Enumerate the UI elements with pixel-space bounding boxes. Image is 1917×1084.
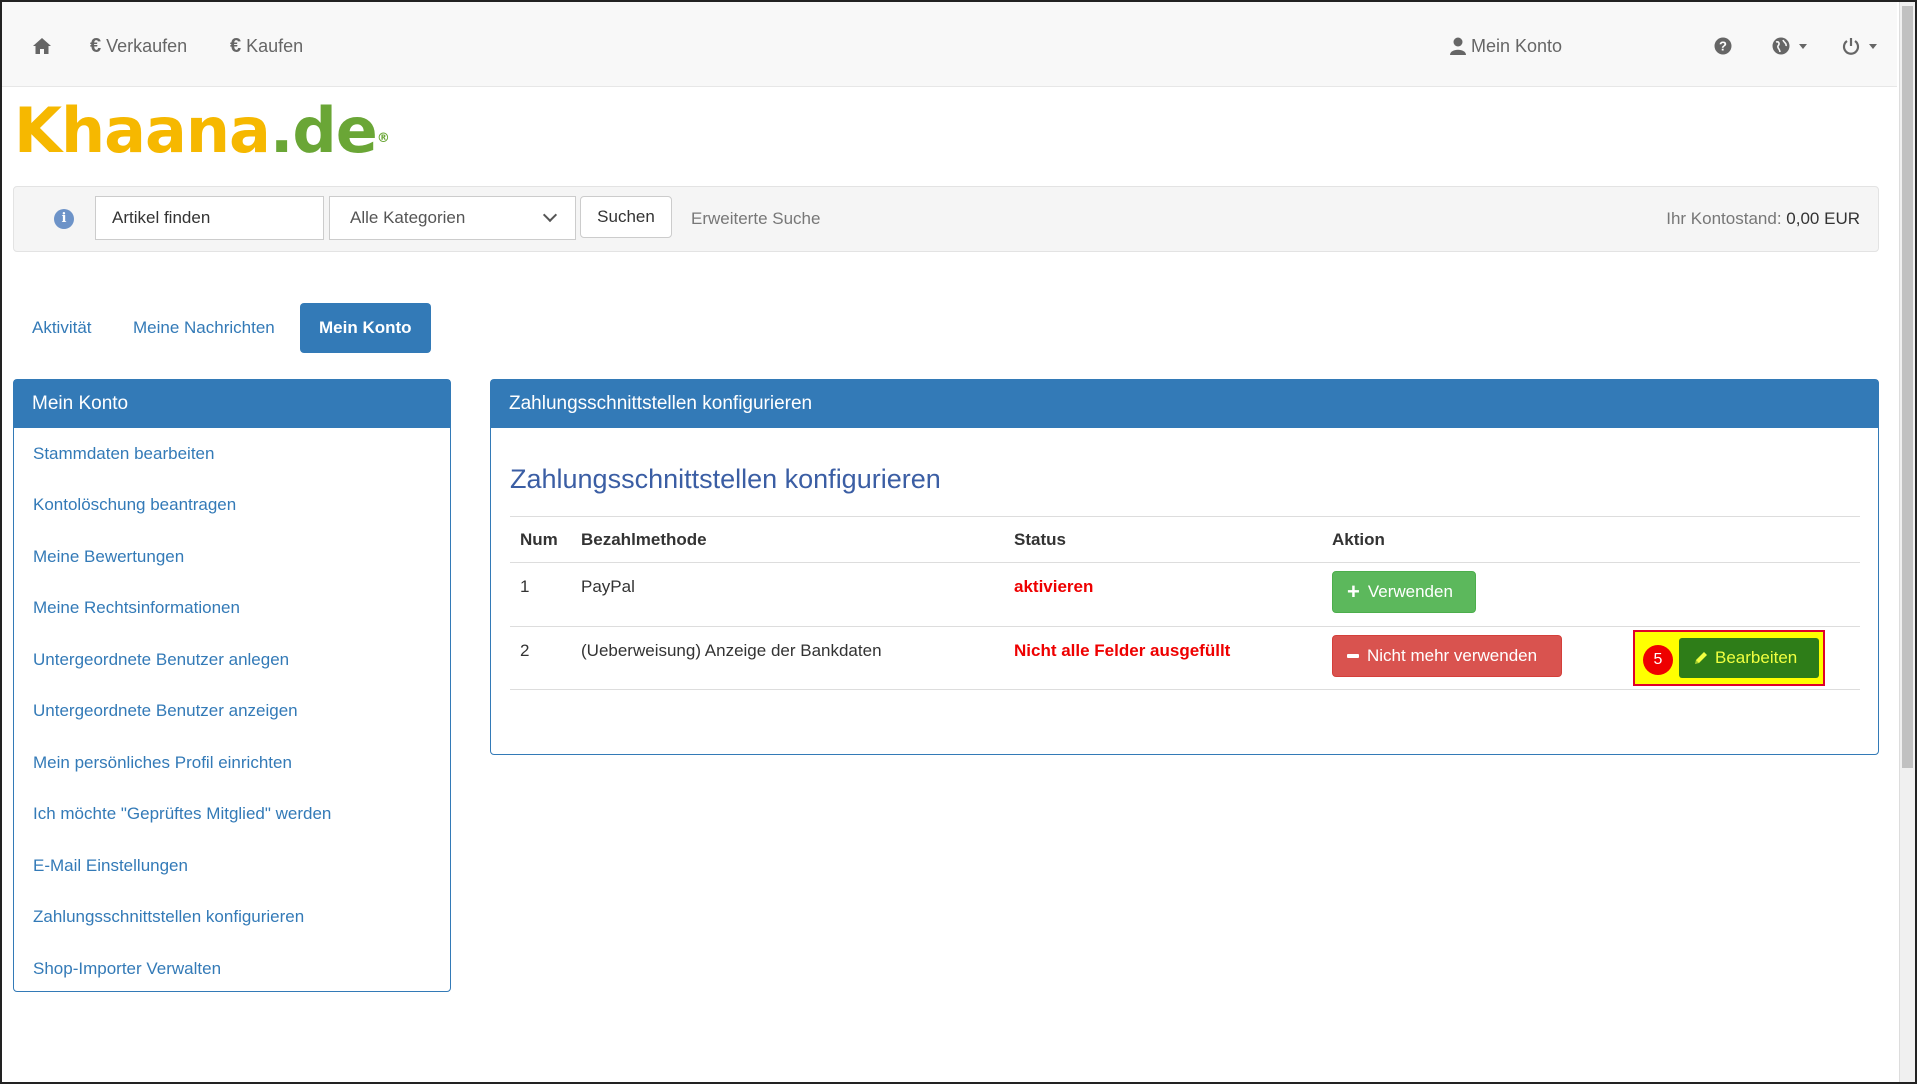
language-dropdown[interactable]	[1772, 32, 1807, 60]
tab-my-account[interactable]: Mein Konto	[300, 303, 431, 353]
payment-interfaces-panel: Zahlungsschnittstellen konfigurieren Zah…	[490, 379, 1879, 755]
sidebar-item-master-data[interactable]: Stammdaten bearbeiten	[14, 428, 450, 480]
sidebar-title: Mein Konto	[14, 380, 450, 428]
use-button[interactable]: + Verwenden	[1332, 571, 1476, 613]
minus-icon	[1347, 654, 1359, 658]
column-header-num: Num	[520, 530, 558, 549]
step-highlight: 5 Bearbeiten	[1633, 630, 1825, 686]
sidebar-item-verified-member[interactable]: Ich möchte "Geprüftes Mitglied" werden	[14, 789, 450, 841]
top-navbar: € Verkaufen € Kaufen Mein Konto ?	[2, 2, 1897, 87]
balance-label: Ihr Kontostand:	[1666, 209, 1782, 228]
stop-using-button[interactable]: Nicht mehr verwenden	[1332, 635, 1562, 677]
row-status: Nicht alle Felder ausgefüllt	[1014, 641, 1231, 660]
euro-icon: €	[90, 34, 102, 57]
table-header: Num Bezahlmethode Status Aktion	[510, 516, 1860, 562]
table-row: 1 PayPal aktivieren + Verwenden	[510, 562, 1860, 626]
advanced-search-link[interactable]: Erweiterte Suche	[691, 209, 820, 229]
account-label: Mein Konto	[1471, 35, 1563, 56]
plus-icon: +	[1347, 579, 1360, 604]
account-balance: Ihr Kontostand: 0,00 EUR	[1666, 209, 1860, 229]
sidebar-item-show-subusers[interactable]: Untergeordnete Benutzer anzeigen	[14, 686, 450, 738]
caret-down-icon	[1799, 43, 1807, 49]
edit-button-label: Bearbeiten	[1715, 648, 1798, 667]
row-num: 2	[520, 641, 530, 660]
question-circle-icon: ?	[1714, 37, 1732, 55]
balance-value: 0,00 EUR	[1786, 209, 1860, 228]
sidebar-item-legal-info[interactable]: Meine Rechtsinformationen	[14, 583, 450, 635]
account-sidebar: Mein Konto Stammdaten bearbeiten Kontolö…	[13, 379, 451, 992]
site-logo[interactable]: Khaana.de®	[14, 94, 390, 167]
edit-button[interactable]: Bearbeiten	[1679, 638, 1819, 678]
user-icon	[1450, 37, 1466, 55]
step-badge: 5	[1643, 645, 1673, 675]
row-method: PayPal	[581, 577, 635, 596]
logo-text-domain: .de	[269, 94, 378, 167]
sidebar-item-payment-interfaces[interactable]: Zahlungsschnittstellen konfigurieren	[14, 892, 450, 944]
buy-link[interactable]: € Kaufen	[230, 32, 303, 60]
tab-messages[interactable]: Meine Nachrichten	[114, 303, 294, 353]
panel-title: Zahlungsschnittstellen konfigurieren	[491, 380, 1878, 428]
search-bar: i Alle Kategorien Suchen Erweiterte Such…	[13, 186, 1879, 252]
sidebar-menu: Stammdaten bearbeiten Kontolöschung bean…	[14, 428, 450, 995]
payment-methods-table: Num Bezahlmethode Status Aktion 1 PayPal…	[510, 516, 1860, 690]
buy-label: Kaufen	[246, 35, 304, 56]
home-link[interactable]	[32, 32, 52, 60]
sidebar-item-ratings[interactable]: Meine Bewertungen	[14, 531, 450, 583]
search-button[interactable]: Suchen	[580, 196, 672, 238]
column-header-method: Bezahlmethode	[581, 530, 707, 549]
scrollbar-thumb[interactable]	[1902, 6, 1913, 768]
power-icon	[1842, 38, 1860, 55]
sidebar-item-account-deletion[interactable]: Kontolöschung beantragen	[14, 480, 450, 532]
euro-icon: €	[230, 34, 242, 57]
globe-icon	[1772, 37, 1790, 55]
info-icon[interactable]: i	[54, 209, 74, 229]
row-num: 1	[520, 577, 530, 596]
pencil-icon	[1695, 652, 1707, 664]
use-button-label: Verwenden	[1367, 582, 1453, 601]
logo-registered-mark: ®	[376, 131, 390, 146]
logo-text-main: Khaana	[14, 94, 271, 167]
sidebar-item-personal-profile[interactable]: Mein persönliches Profil einrichten	[14, 737, 450, 789]
table-row: 2 (Ueberweisung) Anzeige der Bankdaten N…	[510, 626, 1860, 690]
column-header-status: Status	[1014, 530, 1066, 549]
search-input[interactable]	[95, 196, 324, 240]
chevron-down-icon	[542, 207, 558, 223]
caret-down-icon	[1869, 43, 1877, 49]
stop-using-button-label: Nicht mehr verwenden	[1367, 646, 1538, 665]
row-method: (Ueberweisung) Anzeige der Bankdaten	[581, 641, 882, 660]
svg-text:?: ?	[1719, 39, 1727, 54]
sell-label: Verkaufen	[106, 35, 188, 56]
row-status: aktivieren	[1014, 577, 1094, 596]
power-dropdown[interactable]	[1842, 32, 1877, 60]
account-link[interactable]: Mein Konto	[1450, 32, 1562, 60]
column-header-action: Aktion	[1332, 530, 1385, 549]
sidebar-item-email-settings[interactable]: E-Mail Einstellungen	[14, 840, 450, 892]
sidebar-item-shop-importer[interactable]: Shop-Importer Verwalten	[14, 943, 450, 995]
sell-link[interactable]: € Verkaufen	[90, 32, 187, 60]
home-icon	[33, 38, 51, 54]
tab-activity[interactable]: Aktivität	[13, 303, 111, 353]
vertical-scrollbar[interactable]	[1899, 2, 1915, 1082]
help-button[interactable]: ?	[1714, 32, 1732, 60]
page-title: Zahlungsschnittstellen konfigurieren	[510, 464, 941, 494]
category-select[interactable]: Alle Kategorien	[329, 196, 576, 240]
category-selected-value: Alle Kategorien	[350, 208, 466, 227]
sidebar-item-create-subusers[interactable]: Untergeordnete Benutzer anlegen	[14, 634, 450, 686]
